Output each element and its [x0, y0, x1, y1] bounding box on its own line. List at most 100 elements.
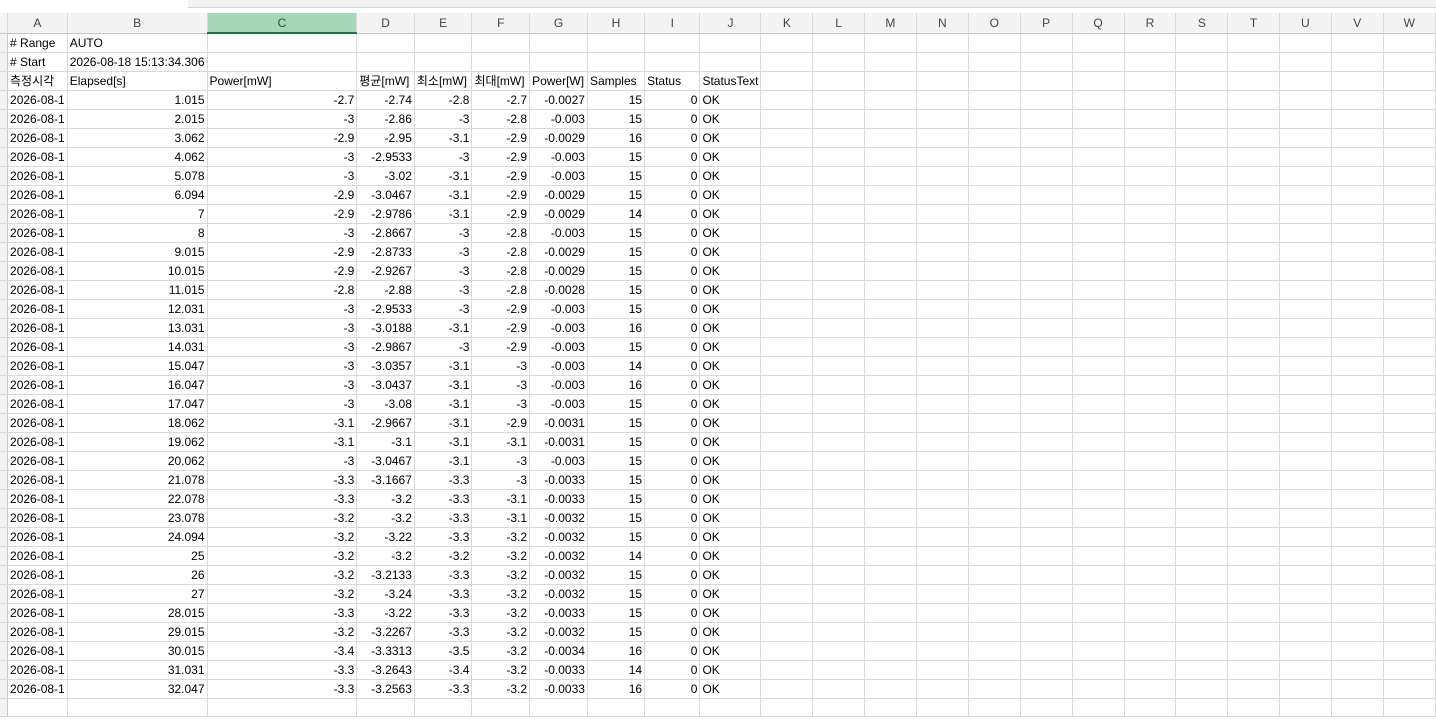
cell-p[interactable] — [1020, 413, 1073, 433]
cell-t[interactable] — [1227, 356, 1280, 376]
cell-l[interactable] — [812, 413, 865, 433]
row-header[interactable] — [0, 470, 8, 490]
cell-a[interactable]: 2026-08-1 — [7, 109, 68, 129]
cell-u[interactable] — [1279, 508, 1332, 528]
row-header[interactable] — [0, 375, 8, 395]
cell-l[interactable] — [812, 128, 865, 148]
cell-t[interactable] — [1227, 109, 1280, 129]
cell-t[interactable] — [1227, 128, 1280, 148]
cell-e[interactable]: -3.4 — [414, 660, 473, 680]
cell-v[interactable] — [1331, 356, 1384, 376]
cell-w[interactable] — [1383, 413, 1436, 433]
cell-m[interactable] — [864, 375, 917, 395]
cell-j[interactable]: OK — [699, 280, 762, 300]
cell-f[interactable]: -3.1 — [471, 508, 531, 528]
cell-l[interactable] — [812, 698, 865, 717]
cell-f[interactable]: -3.2 — [471, 565, 531, 585]
cell-q[interactable] — [1072, 318, 1125, 338]
cell-m[interactable] — [864, 261, 917, 281]
cell-e[interactable]: -3.3 — [414, 489, 473, 509]
cell-v[interactable] — [1331, 147, 1384, 167]
cell-g[interactable]: -0.0032 — [529, 565, 588, 585]
cell-u[interactable] — [1279, 451, 1332, 471]
cell-u[interactable] — [1279, 394, 1332, 414]
cell-b[interactable]: 23.078 — [67, 508, 208, 528]
cell-e[interactable]: -3.3 — [414, 470, 473, 490]
cell-u[interactable] — [1279, 527, 1332, 547]
row-header[interactable] — [0, 546, 8, 566]
cell-e[interactable]: -3.1 — [414, 451, 473, 471]
cell-q[interactable] — [1072, 565, 1125, 585]
cell-o[interactable] — [968, 147, 1021, 167]
cell-v[interactable] — [1331, 489, 1384, 509]
cell-w[interactable] — [1383, 166, 1436, 186]
cell-o[interactable] — [968, 451, 1021, 471]
cell-l[interactable] — [812, 622, 865, 642]
cell-l[interactable] — [812, 280, 865, 300]
cell-m[interactable] — [864, 470, 917, 490]
cell-q[interactable] — [1072, 641, 1125, 661]
cell-o[interactable] — [968, 166, 1021, 186]
cell-p[interactable] — [1020, 508, 1073, 528]
cell-l[interactable] — [812, 147, 865, 167]
cell-d[interactable]: -2.9867 — [356, 337, 415, 357]
cell-h[interactable]: 16 — [587, 679, 646, 699]
cell-o[interactable] — [968, 90, 1021, 110]
cell-m[interactable] — [864, 52, 917, 72]
cell-v[interactable] — [1331, 33, 1384, 53]
cell-n[interactable] — [916, 641, 969, 661]
cell-w[interactable] — [1383, 584, 1436, 604]
cell-d[interactable]: -2.9786 — [356, 204, 415, 224]
cell-a[interactable]: 2026-08-1 — [7, 565, 68, 585]
row-header[interactable] — [0, 641, 8, 661]
cell-d[interactable] — [356, 698, 415, 717]
cell-n[interactable] — [916, 71, 969, 91]
cell-l[interactable] — [812, 71, 865, 91]
cell-v[interactable] — [1331, 413, 1384, 433]
cell-r[interactable] — [1124, 90, 1177, 110]
cell-u[interactable] — [1279, 584, 1332, 604]
cell-w[interactable] — [1383, 71, 1436, 91]
cell-w[interactable] — [1383, 698, 1436, 717]
column-header-g[interactable]: G — [529, 13, 588, 34]
cell-t[interactable] — [1227, 698, 1280, 717]
cell-m[interactable] — [864, 109, 917, 129]
cell-s[interactable] — [1175, 109, 1229, 129]
cell-o[interactable] — [968, 508, 1021, 528]
column-header-m[interactable]: M — [864, 13, 917, 34]
cell-u[interactable] — [1279, 679, 1332, 699]
cell-r[interactable] — [1124, 280, 1177, 300]
cell-l[interactable] — [812, 451, 865, 471]
cell-t[interactable] — [1227, 584, 1280, 604]
cell-p[interactable] — [1020, 527, 1073, 547]
cell-b[interactable]: Elapsed[s] — [67, 71, 208, 91]
cell-a[interactable]: 2026-08-1 — [7, 489, 68, 509]
cell-t[interactable] — [1227, 508, 1280, 528]
cell-o[interactable] — [968, 128, 1021, 148]
cell-l[interactable] — [812, 223, 865, 243]
cell-k[interactable] — [760, 641, 814, 661]
cell-i[interactable]: 0 — [644, 394, 701, 414]
cell-q[interactable] — [1072, 622, 1125, 642]
cell-a[interactable]: 2026-08-1 — [7, 508, 68, 528]
cell-p[interactable] — [1020, 489, 1073, 509]
cell-b[interactable]: 2026-08-18 15:13:34.306 — [67, 52, 208, 72]
cell-v[interactable] — [1331, 128, 1384, 148]
cell-d[interactable]: -3.0357 — [356, 356, 415, 376]
column-header-i[interactable]: I — [644, 13, 701, 34]
cell-g[interactable]: -0.003 — [529, 375, 588, 395]
cell-d[interactable]: -3.24 — [356, 584, 415, 604]
cell-s[interactable] — [1175, 223, 1229, 243]
cell-n[interactable] — [916, 432, 969, 452]
column-header-o[interactable]: O — [968, 13, 1021, 34]
cell-v[interactable] — [1331, 565, 1384, 585]
cell-i[interactable]: Status — [644, 71, 701, 91]
cell-a[interactable]: 2026-08-1 — [7, 622, 68, 642]
cell-v[interactable] — [1331, 698, 1384, 717]
cell-l[interactable] — [812, 318, 865, 338]
cell-s[interactable] — [1175, 242, 1229, 262]
cell-k[interactable] — [760, 603, 814, 623]
cell-u[interactable] — [1279, 489, 1332, 509]
cell-s[interactable] — [1175, 280, 1229, 300]
cell-b[interactable]: AUTO — [67, 33, 208, 53]
